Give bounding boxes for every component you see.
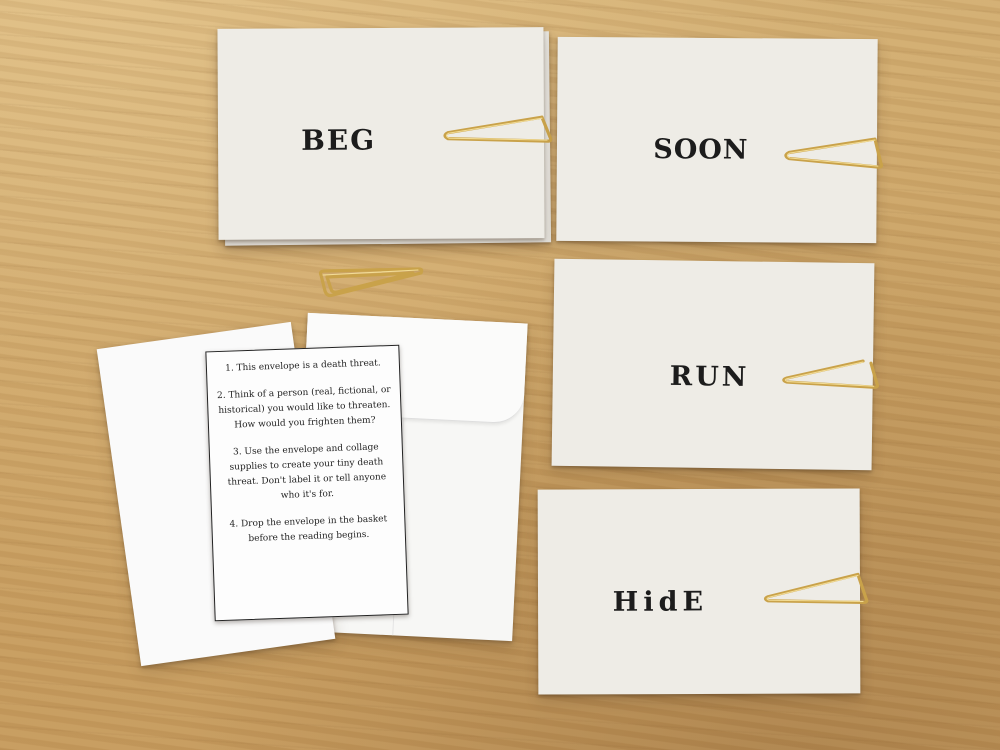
paperclip-icon	[784, 137, 884, 169]
card-word-run: RUN	[669, 360, 750, 393]
paperclip-icon	[782, 359, 879, 389]
card-run: RUN	[551, 258, 879, 471]
paperclip-icon	[763, 572, 869, 605]
card-soon: SOON	[556, 36, 884, 244]
card-word-soon: SOON	[653, 134, 749, 166]
instruction-item: 1. This envelope is a death threat.	[224, 358, 381, 374]
card-word-beg: BEG	[301, 123, 377, 157]
card-beg: BEG	[217, 27, 553, 240]
instruction-card: 1. This envelope is a death threat. 2. T…	[205, 344, 409, 622]
paperclip-icon	[443, 115, 553, 143]
card-hide: HidE	[537, 488, 869, 695]
paperclip-icon	[318, 267, 424, 298]
instruction-item: 2. Think of a person (real, fictional, o…	[216, 385, 391, 431]
card-word-hide: HidE	[612, 586, 709, 618]
instruction-item: 4. Drop the envelope in the basket befor…	[229, 514, 388, 545]
wooden-table: BEG SOON RUN HidE 1. This envelope is a …	[0, 0, 1000, 750]
instruction-item: 3. Use the envelope and collage supplies…	[227, 442, 387, 501]
